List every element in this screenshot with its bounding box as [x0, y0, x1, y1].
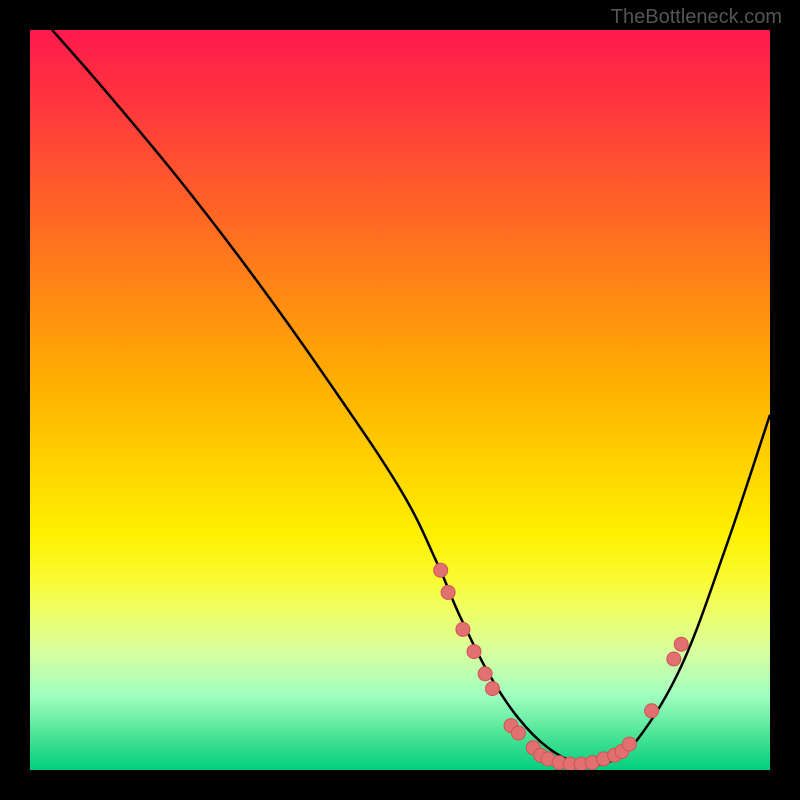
data-dot [486, 682, 500, 696]
data-dot [456, 622, 470, 636]
chart-container: TheBottleneck.com [0, 0, 800, 800]
watermark-text: TheBottleneck.com [611, 6, 782, 29]
data-dot [467, 645, 481, 659]
data-dot [511, 726, 525, 740]
data-dot [667, 652, 681, 666]
data-dot [645, 704, 659, 718]
data-dot [622, 737, 636, 751]
bottleneck-curve [52, 30, 770, 765]
data-dot [441, 585, 455, 599]
data-dot [434, 563, 448, 577]
curve-overlay [30, 30, 770, 770]
data-dot [674, 637, 688, 651]
data-dot [478, 667, 492, 681]
data-dots [434, 563, 689, 770]
